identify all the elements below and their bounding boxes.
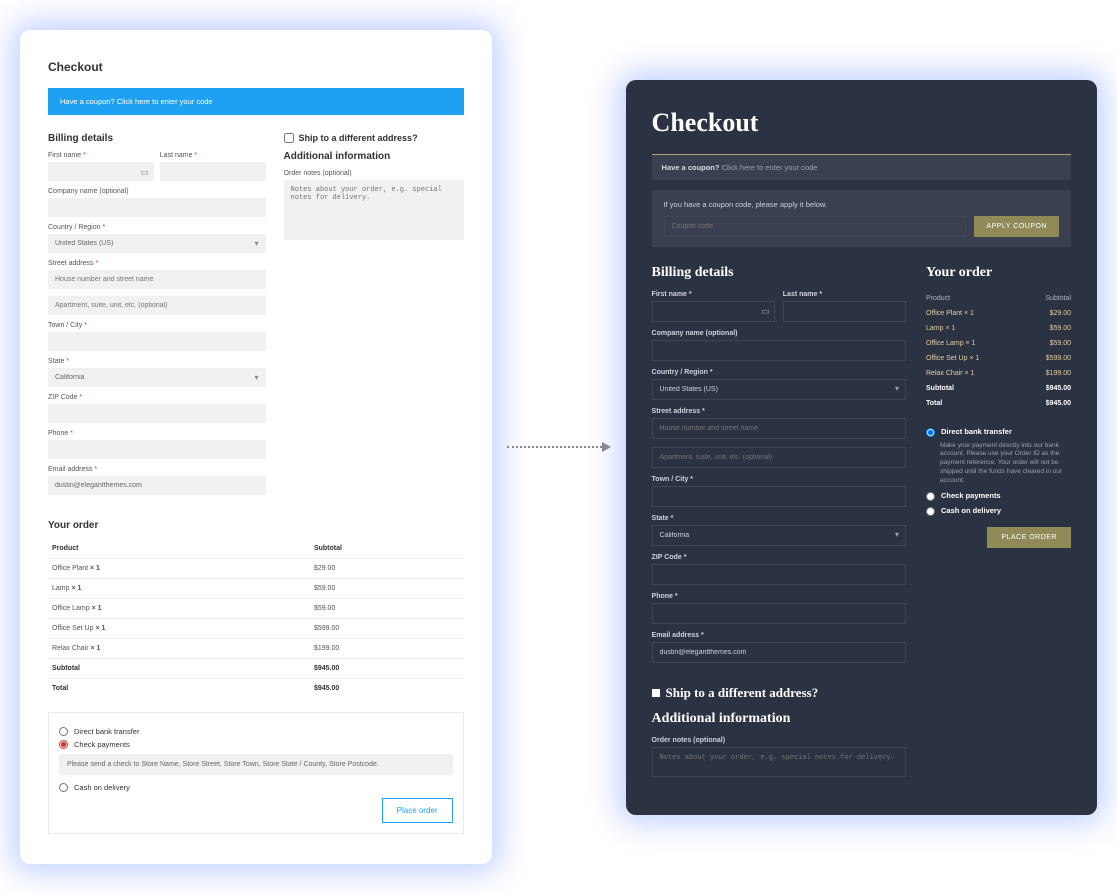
order-table: Product Subtotal Office Plant × 1$29.00L…: [48, 539, 464, 698]
street2-input[interactable]: [48, 296, 266, 315]
pay-bank-radio[interactable]: [59, 727, 68, 736]
pay-cash-radio[interactable]: [59, 783, 68, 792]
coupon-form-note: If you have a coupon code, please apply …: [664, 200, 1059, 209]
state-select[interactable]: [48, 368, 266, 387]
zip-label: ZIP Code: [48, 394, 77, 401]
table-row: Office Set Up × 1$599.00: [926, 351, 1071, 366]
town-input[interactable]: [48, 332, 266, 351]
street1-input[interactable]: [48, 270, 266, 289]
coupon-banner[interactable]: Have a coupon? Click here to enter your …: [48, 88, 464, 115]
company-input-dark[interactable]: [652, 340, 906, 361]
zip-input-dark[interactable]: [652, 564, 906, 585]
notes-textarea-dark[interactable]: [652, 747, 906, 777]
pay-cash-radio-dark[interactable]: [926, 507, 935, 516]
table-row: Office Lamp × 1$59.00: [926, 336, 1071, 351]
last-name-input[interactable]: [160, 162, 266, 181]
last-name-label: Last name: [160, 152, 193, 159]
addl-heading-dark: Additional information: [652, 711, 906, 727]
street-label: Street address: [48, 260, 94, 267]
table-row: Lamp × 1$59.00: [926, 321, 1071, 336]
ship-heading: Ship to a different address?: [299, 133, 418, 143]
col-product: Product: [48, 539, 310, 559]
pay-bank-desc: Make your payment directly into our bank…: [940, 442, 1071, 486]
first-name-label: First name: [48, 152, 81, 159]
email-input-dark[interactable]: [652, 642, 906, 663]
street1-input-dark[interactable]: [652, 418, 906, 439]
coupon-banner-dark[interactable]: Have a coupon? Click here to enter your …: [652, 154, 1071, 180]
payment-box-dark: Direct bank transfer Make your payment d…: [926, 427, 1071, 549]
page-title-dark: Checkout: [652, 108, 1071, 138]
zip-input[interactable]: [48, 404, 266, 423]
notes-textarea[interactable]: [284, 180, 464, 240]
col-subtotal: Subtotal: [310, 539, 464, 559]
notes-label: Order notes (optional): [284, 170, 464, 177]
place-order-button[interactable]: Place order: [382, 798, 453, 823]
first-name-input[interactable]: [48, 162, 154, 181]
phone-label: Phone: [48, 430, 68, 437]
order-heading-dark: Your order: [926, 265, 1071, 281]
billing-heading: Billing details: [48, 133, 266, 144]
town-label: Town / City: [48, 322, 82, 329]
country-select-dark[interactable]: [652, 379, 906, 400]
apply-coupon-button[interactable]: APPLY COUPON: [974, 216, 1059, 237]
town-input-dark[interactable]: [652, 486, 906, 507]
table-row: Office Plant × 1$29.00: [48, 559, 464, 579]
last-name-input-dark[interactable]: [783, 301, 906, 322]
payment-box: Direct bank transfer Check payments Plea…: [48, 712, 464, 834]
state-label: State: [48, 358, 64, 365]
company-label: Company name (optional): [48, 188, 266, 195]
phone-input[interactable]: [48, 440, 266, 459]
email-label: Email address: [48, 466, 92, 473]
table-row: Relax Chair × 1$199.00: [926, 366, 1071, 381]
pay-check-radio[interactable]: [59, 740, 68, 749]
dark-panel: Checkout Have a coupon? Click here to en…: [626, 80, 1097, 815]
email-input[interactable]: [48, 476, 266, 495]
table-row: Relax Chair × 1$199.00: [48, 639, 464, 659]
street2-input-dark[interactable]: [652, 447, 906, 468]
addl-heading: Additional information: [284, 151, 464, 162]
first-name-input-dark[interactable]: [652, 301, 775, 322]
country-label: Country / Region: [48, 224, 101, 231]
order-heading: Your order: [48, 520, 464, 531]
pay-bank-radio-dark[interactable]: [926, 428, 935, 437]
phone-input-dark[interactable]: [652, 603, 906, 624]
table-row: Office Set Up × 1$599.00: [48, 619, 464, 639]
coupon-form: If you have a coupon code, please apply …: [652, 190, 1071, 247]
billing-heading-dark: Billing details: [652, 265, 906, 281]
country-select[interactable]: [48, 234, 266, 253]
place-order-button-dark[interactable]: PLACE ORDER: [987, 527, 1071, 548]
arrow-icon: [507, 442, 611, 452]
order-table-dark: Product Subtotal Office Plant × 1$29.00L…: [926, 291, 1071, 411]
coupon-input[interactable]: [664, 216, 967, 237]
table-row: Office Lamp × 1$59.00: [48, 599, 464, 619]
pay-check-radio-dark[interactable]: [926, 492, 935, 501]
ship-different-checkbox[interactable]: [284, 133, 294, 143]
ship-checkbox-icon[interactable]: [652, 689, 660, 697]
table-row: Office Plant × 1$29.00: [926, 306, 1071, 321]
pay-check-note: Please send a check to Store Name, Store…: [59, 754, 453, 775]
ship-heading-dark[interactable]: Ship to a different address?: [652, 685, 906, 701]
table-row: Lamp × 1$59.00: [48, 579, 464, 599]
state-select-dark[interactable]: [652, 525, 906, 546]
page-title: Checkout: [48, 60, 464, 74]
company-input[interactable]: [48, 198, 266, 217]
light-panel: Checkout Have a coupon? Click here to en…: [20, 30, 492, 864]
